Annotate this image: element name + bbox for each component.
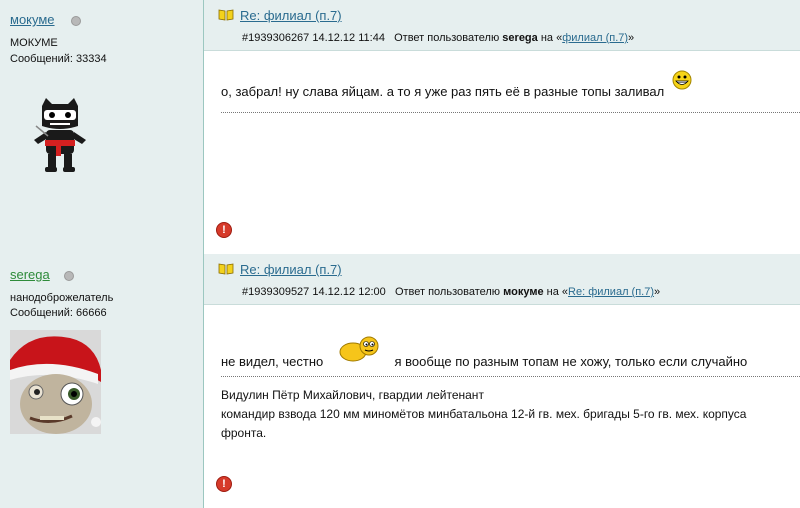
post: мокуме МОКУМЕ Сообщений: 33334 Re: филиа…	[0, 0, 800, 254]
author-name-link[interactable]: serega	[10, 267, 50, 282]
post-text-before: не видел, честно	[221, 354, 324, 369]
reply-suffix: »	[654, 286, 661, 298]
message-count: Сообщений: 33334	[10, 53, 107, 65]
warning-icon[interactable]: !	[216, 222, 232, 238]
avatar	[10, 330, 101, 434]
post-meta: #1939309527 14.12.12 12:00 Ответ пользов…	[242, 286, 660, 298]
reply-prefix: Ответ пользователю	[394, 32, 500, 44]
author-rank: нанодоброжелатель	[10, 292, 114, 304]
warning-icon[interactable]: !	[216, 476, 232, 492]
offline-dot-icon	[64, 271, 74, 281]
post-title-link[interactable]: Re: филиал (п.7)	[240, 262, 342, 277]
post-meta: #1939306267 14.12.12 11:44 Ответ пользов…	[242, 32, 634, 44]
signature-line: фронта.	[221, 426, 267, 440]
signature-line: командир взвода 120 мм миномётов минбата…	[221, 407, 747, 421]
shy-smiley-icon	[339, 336, 379, 362]
signature-line: Видулин Пётр Михайлович, гвардии лейтена…	[221, 388, 484, 402]
signature-separator	[221, 112, 800, 113]
author-rank: МОКУМЕ	[10, 37, 58, 49]
author-panel: serega нанодоброжелатель Сообщений: 6666…	[0, 254, 204, 508]
reply-prefix: Ответ пользователю	[394, 286, 501, 298]
book-icon	[218, 263, 234, 275]
reply-link[interactable]: филиал (п.7)	[562, 32, 628, 44]
reply-user: мокуме	[503, 286, 544, 298]
post-text-content: о, забрал! ну слава яйцам. а то я уже ра…	[221, 84, 665, 99]
post-text: не видел, честно я вообще по разным топа…	[221, 336, 748, 369]
reply-user: serega	[502, 32, 538, 44]
signature: Видулин Пётр Михайлович, гвардии лейтена…	[221, 386, 746, 443]
reply-on: на «	[540, 32, 563, 44]
post-body: Re: филиал (п.7) #1939306267 14.12.12 11…	[204, 0, 800, 254]
message-count: Сообщений: 66666	[10, 307, 107, 319]
reply-link[interactable]: Re: филиал (п.7)	[568, 286, 654, 298]
signature-separator	[221, 376, 800, 377]
book-icon	[218, 9, 234, 21]
post-id-date: #1939309527 14.12.12 12:00	[242, 286, 386, 298]
author-name-link[interactable]: мокуме	[10, 12, 55, 27]
reply-suffix: »	[628, 32, 635, 44]
author-panel: мокуме МОКУМЕ Сообщений: 33334	[0, 0, 204, 254]
post-text-after: я вообще по разным топам не хожу, только…	[394, 354, 748, 369]
post-header: Re: филиал (п.7) #1939309527 14.12.12 12…	[204, 254, 800, 305]
grin-smiley-icon	[672, 70, 692, 90]
reply-on: на «	[546, 286, 569, 298]
post-text: о, забрал! ну слава яйцам. а то я уже ра…	[221, 70, 692, 99]
post: serega нанодоброжелатель Сообщений: 6666…	[0, 254, 800, 508]
post-header: Re: филиал (п.7) #1939306267 14.12.12 11…	[204, 0, 800, 51]
post-id-date: #1939306267 14.12.12 11:44	[242, 32, 385, 44]
post-title-link[interactable]: Re: филиал (п.7)	[240, 8, 342, 23]
post-body: Re: филиал (п.7) #1939309527 14.12.12 12…	[204, 254, 800, 508]
offline-dot-icon	[71, 16, 81, 26]
avatar	[34, 98, 86, 172]
